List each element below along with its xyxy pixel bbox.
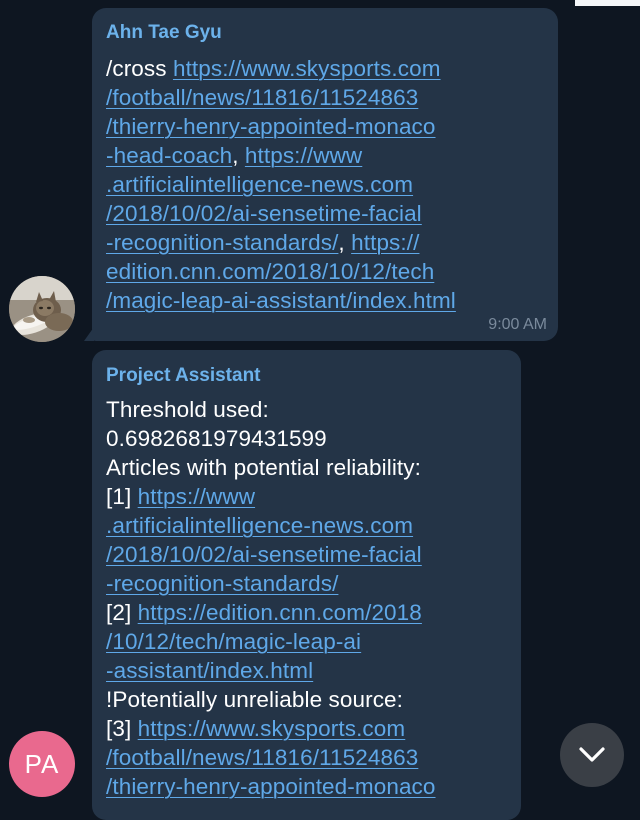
message-line: Articles with potential reliability: xyxy=(106,453,436,482)
message-line: -recognition-standards/ xyxy=(106,569,436,598)
message-link[interactable]: /thierry-henry-appointed-monaco xyxy=(106,774,436,799)
message-text-segment: [3] xyxy=(106,716,138,741)
cat-photo-icon xyxy=(9,276,75,342)
message-line: /2018/10/02/ai-sensetime-facial xyxy=(106,199,456,228)
message-link[interactable]: https://www xyxy=(245,143,362,168)
message-link[interactable]: https://edition.cnn.com/2018 xyxy=(138,600,422,625)
message-link[interactable]: -assistant/index.html xyxy=(106,658,313,683)
message-line: -assistant/index.html xyxy=(106,656,436,685)
message-link[interactable]: -recognition-standards/ xyxy=(106,230,338,255)
message-link[interactable]: https://www.skysports.com xyxy=(138,716,406,741)
avatar-initials: PA xyxy=(24,748,60,779)
message-text-segment: [1] xyxy=(106,484,138,509)
message-link[interactable]: /football/news/11816/11524863 xyxy=(106,85,418,110)
message-link[interactable]: /football/news/11816/11524863 xyxy=(106,745,418,770)
message-line: [1] https://www xyxy=(106,482,436,511)
message-link[interactable]: .artificialintelligence-news.com xyxy=(106,513,413,538)
message-text-segment: Threshold used: xyxy=(106,397,269,422)
sender-name[interactable]: Project Assistant xyxy=(106,365,261,387)
message-link[interactable]: /magic-leap-ai-assistant/index.html xyxy=(106,288,456,313)
message-time: 9:00 AM xyxy=(488,316,547,333)
message-line: .artificialintelligence-news.com xyxy=(106,511,436,540)
message-link[interactable]: /10/12/tech/magic-leap-ai xyxy=(106,629,361,654)
message-line: edition.cnn.com/2018/10/12/tech xyxy=(106,257,456,286)
message-link[interactable]: https:// xyxy=(351,230,419,255)
message-line: [2] https://edition.cnn.com/2018 xyxy=(106,598,436,627)
message-line: /magic-leap-ai-assistant/index.html xyxy=(106,286,456,315)
chevron-down-icon xyxy=(579,747,605,762)
message-line: -head-coach, https://www xyxy=(106,141,456,170)
message-line: [3] https://www.skysports.com xyxy=(106,714,436,743)
message-line: !Potentially unreliable source: xyxy=(106,685,436,714)
message-text-segment: !Potentially unreliable source: xyxy=(106,687,404,712)
message-line: /football/news/11816/11524863 xyxy=(106,743,436,772)
message-link[interactable]: /thierry-henry-appointed-monaco xyxy=(106,114,436,139)
message-line: /10/12/tech/magic-leap-ai xyxy=(106,627,436,656)
message-text-segment: Articles with potential reliability: xyxy=(106,455,421,480)
message-link[interactable]: https://www xyxy=(138,484,255,509)
message-line: /2018/10/02/ai-sensetime-facial xyxy=(106,540,436,569)
project-assistant-avatar[interactable]: PA xyxy=(9,731,75,797)
message-text-segment: , xyxy=(338,230,352,255)
message-text: Threshold used: 0.6982681979431599 Article… xyxy=(106,395,436,801)
scroll-to-bottom-button[interactable] xyxy=(560,723,624,787)
message-line: /cross https://www.skysports.com xyxy=(106,54,456,83)
message-bubble-project-assistant[interactable]: Project Assistant Threshold used: 0.69826… xyxy=(92,350,521,820)
message-line: /thierry-henry-appointed-monaco xyxy=(106,112,456,141)
message-link[interactable]: https://www.skysports.com xyxy=(173,56,441,81)
message-line: 0.6982681979431599 xyxy=(106,424,436,453)
message-text-segment: 0.6982681979431599 xyxy=(106,426,327,451)
message-link[interactable]: .artificialintelligence-news.com xyxy=(106,172,413,197)
user-avatar-photo[interactable] xyxy=(9,276,75,342)
message-bubble-ahn-tae-gyu[interactable]: Ahn Tae Gyu /cross https://www.skysports… xyxy=(92,8,558,341)
sender-name[interactable]: Ahn Tae Gyu xyxy=(106,22,222,44)
message-text-segment: , xyxy=(232,143,245,168)
message-text-segment: /cross xyxy=(106,56,173,81)
chat-area[interactable]: Ahn Tae Gyu /cross https://www.skysports… xyxy=(0,0,640,820)
message-line: -recognition-standards/, https:// xyxy=(106,228,456,257)
message-line: .artificialintelligence-news.com xyxy=(106,170,456,199)
message-link[interactable]: -recognition-standards/ xyxy=(106,571,338,596)
message-text-segment: [2] xyxy=(106,600,138,625)
message-link[interactable]: /2018/10/02/ai-sensetime-facial xyxy=(106,201,422,226)
message-line: /football/news/11816/11524863 xyxy=(106,83,456,112)
message-text: /cross https://www.skysports.com/footbal… xyxy=(106,54,456,315)
top-strip xyxy=(575,0,640,6)
message-link[interactable]: edition.cnn.com/2018/10/12/tech xyxy=(106,259,434,284)
message-line: Threshold used: xyxy=(106,395,436,424)
message-link[interactable]: -head-coach xyxy=(106,143,232,168)
message-link[interactable]: /2018/10/02/ai-sensetime-facial xyxy=(106,542,422,567)
message-line: /thierry-henry-appointed-monaco xyxy=(106,772,436,801)
